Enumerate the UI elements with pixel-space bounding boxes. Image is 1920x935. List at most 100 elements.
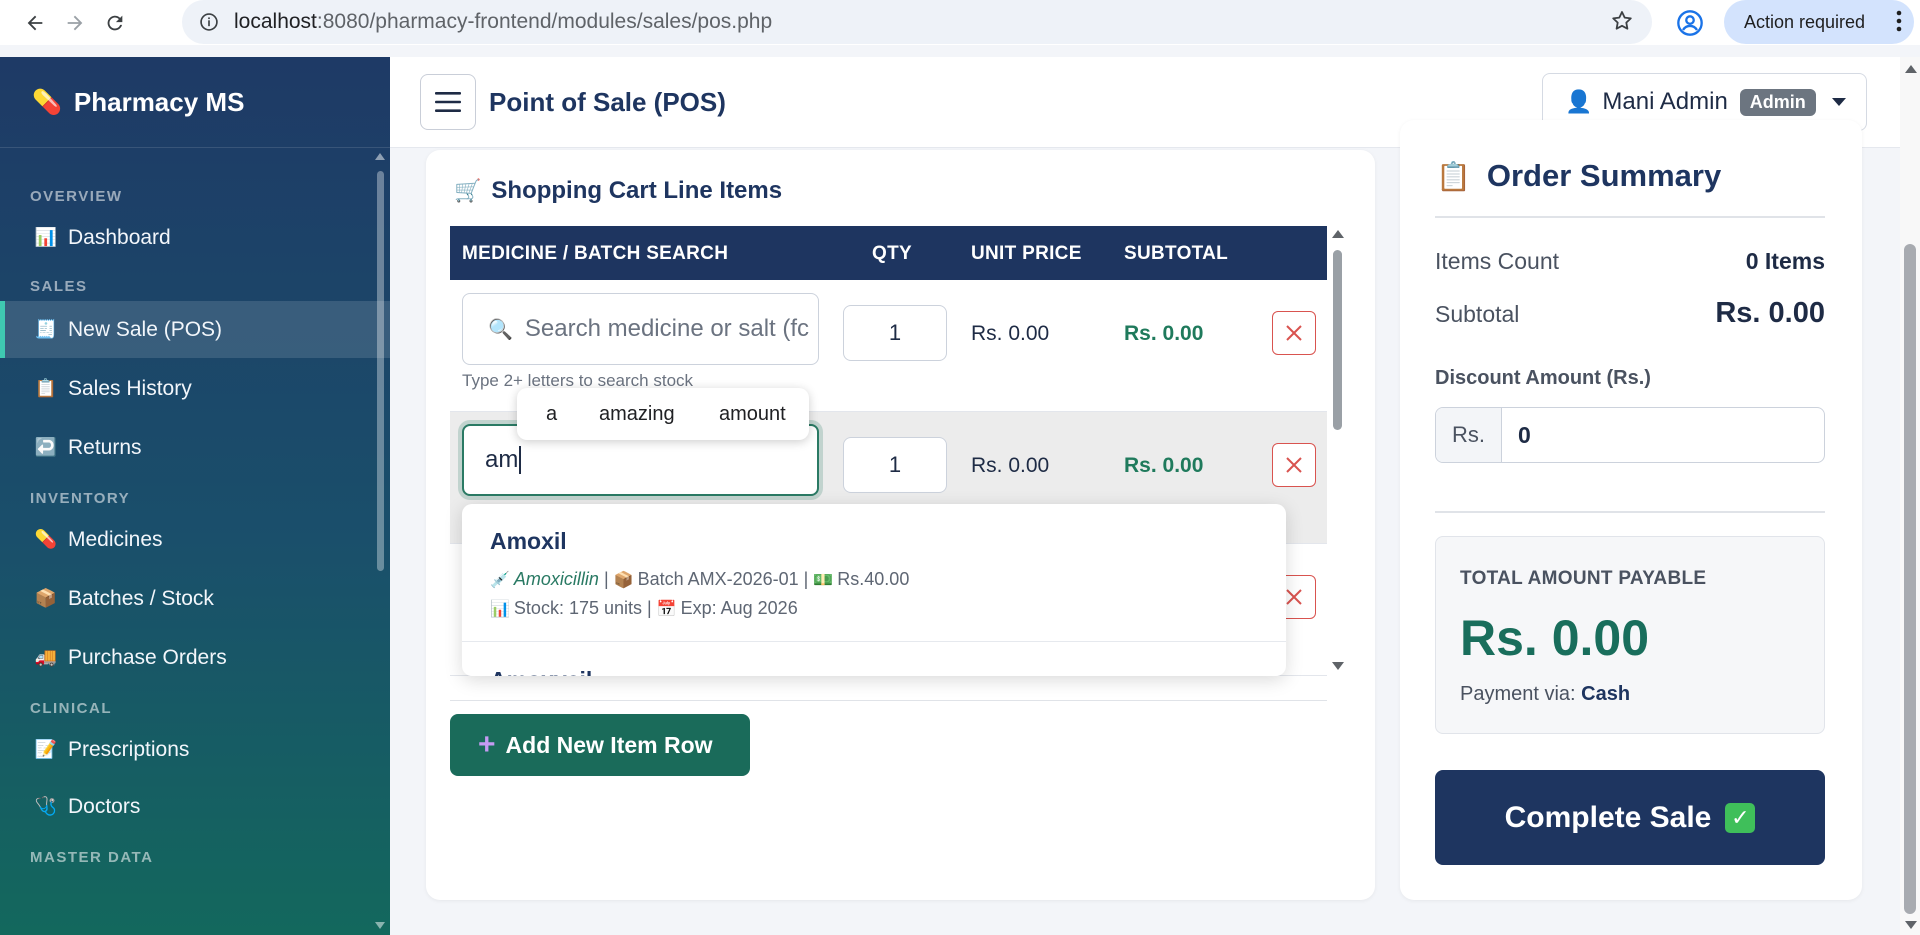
scroll-up-icon[interactable] [1905, 65, 1917, 73]
discount-input[interactable]: Rs. 0 [1435, 407, 1825, 463]
row-subtotal: Rs. 0.00 [1124, 454, 1204, 477]
payment-prefix: Payment via: [1460, 683, 1576, 705]
discount-label: Discount Amount (Rs.) [1435, 367, 1651, 389]
divider [1435, 216, 1825, 218]
sidebar-item-label: Sales History [68, 376, 192, 400]
complete-sale-label: Complete Sale [1504, 800, 1712, 834]
medicine-search-input[interactable]: 🔍 Search medicine or salt (fc [462, 293, 819, 365]
subtotal-row: Subtotal Rs. 0.00 [1435, 297, 1825, 329]
word-suggestion[interactable]: a [546, 403, 557, 426]
sidebar-item-batches[interactable]: 📦 Batches / Stock [0, 570, 390, 627]
unit-price: Rs. 0.00 [971, 322, 1050, 345]
close-icon [1286, 457, 1302, 473]
money-icon: 💵 [813, 572, 834, 589]
subtotal-label: Subtotal [1435, 301, 1520, 327]
order-summary-title: 📋 Order Summary [1436, 158, 1721, 194]
currency-prefix: Rs. [1436, 408, 1502, 462]
cart-scrollbar[interactable] [1331, 230, 1345, 670]
row-subtotal: Rs. 0.00 [1124, 322, 1204, 345]
brand[interactable]: 💊 Pharmacy MS [0, 57, 390, 148]
remove-row-button[interactable] [1272, 443, 1316, 487]
search-icon: 🔍 [488, 318, 513, 341]
plus-icon: + [478, 728, 496, 761]
result-name: Amoxycil [490, 667, 592, 676]
search-result-item[interactable]: Amoxycil [462, 643, 1286, 676]
remove-row-button[interactable] [1272, 311, 1316, 355]
sidebar-scrollbar[interactable] [374, 149, 386, 935]
syringe-icon: 💉 [490, 572, 510, 589]
profile-icon[interactable] [1676, 9, 1704, 42]
complete-sale-button[interactable]: Complete Sale ✓ [1435, 770, 1825, 865]
back-button[interactable] [15, 3, 55, 43]
qty-input[interactable]: 1 [843, 305, 947, 361]
package-icon: 📦 [34, 588, 58, 608]
search-value: am [485, 446, 519, 473]
word-suggestion-bar: a amazing amount [517, 388, 809, 440]
word-suggestion[interactable]: amount [719, 403, 786, 426]
sidebar-item-medicines[interactable]: 💊 Medicines [0, 511, 390, 568]
close-icon [1286, 325, 1302, 341]
scroll-down-icon[interactable] [375, 922, 385, 929]
stethoscope-icon: 🩺 [34, 796, 58, 816]
calendar-icon: 📅 [656, 601, 677, 618]
sidebar-item-label: Prescriptions [68, 737, 190, 761]
close-icon [1286, 589, 1302, 605]
search-result-item[interactable]: Amoxil 💉 Amoxicillin | 📦 Batch AMX-2026-01… [462, 504, 1286, 642]
more-vert-icon[interactable] [1896, 10, 1902, 37]
divider [1435, 511, 1825, 513]
scroll-down-icon[interactable] [1905, 921, 1917, 929]
menu-toggle-button[interactable] [420, 74, 476, 130]
discount-value[interactable]: 0 [1502, 408, 1824, 462]
arrow-left-icon [27, 15, 43, 30]
col-unit-price: UNIT PRICE [971, 243, 1082, 264]
user-avatar-icon: 👤 [1565, 89, 1593, 114]
chevron-down-icon [1832, 98, 1846, 106]
site-info-icon[interactable] [198, 11, 220, 33]
sidebar-item-purchase-orders[interactable]: 🚚 Purchase Orders [0, 629, 390, 686]
sidebar-item-prescriptions[interactable]: 📝 Prescriptions [0, 721, 390, 778]
section-clinical: CLINICAL [30, 700, 112, 717]
sidebar-item-dashboard[interactable]: 📊 Dashboard [0, 209, 390, 266]
user-name: Mani Admin [1602, 88, 1728, 115]
reload-icon [107, 15, 123, 30]
sidebar-item-doctors[interactable]: 🩺 Doctors [0, 778, 390, 835]
col-subtotal: SUBTOTAL [1124, 243, 1229, 264]
scrollbar-thumb[interactable] [1333, 250, 1342, 430]
result-price: Rs.40.00 [837, 569, 910, 589]
col-qty: QTY [872, 243, 912, 264]
forward-button[interactable] [55, 3, 95, 43]
qty-input[interactable]: 1 [843, 437, 947, 493]
sidebar-item-label: Purchase Orders [68, 645, 227, 669]
action-required-button[interactable]: Action required [1724, 0, 1914, 44]
scrollbar-thumb[interactable] [377, 171, 384, 571]
divider [450, 700, 1327, 701]
scrollbar-thumb[interactable] [1904, 244, 1916, 914]
address-bar[interactable]: localhost:8080/pharmacy-frontend/modules… [182, 0, 1652, 44]
cart-icon: 🛒 [454, 178, 482, 203]
items-count-row: Items Count 0 Items [1435, 248, 1825, 275]
scroll-down-icon[interactable] [1332, 662, 1344, 670]
search-results-dropdown: Amoxil 💉 Amoxicillin | 📦 Batch AMX-2026-01… [462, 504, 1286, 676]
col-medicine: MEDICINE / BATCH SEARCH [462, 243, 729, 264]
brand-name: Pharmacy MS [73, 86, 245, 117]
page-scrollbar[interactable] [1900, 57, 1920, 935]
text-caret [519, 446, 522, 474]
sidebar-item-new-sale[interactable]: 🧾 New Sale (POS) [0, 301, 390, 358]
package-icon: 📦 [613, 572, 634, 589]
add-item-row-button[interactable]: + Add New Item Row [450, 714, 750, 776]
clipboard-icon: 📋 [1436, 160, 1471, 192]
payment-method: Payment via: Cash [1460, 683, 1630, 706]
sidebar-item-label: New Sale (POS) [68, 317, 223, 341]
sidebar-item-sales-history[interactable]: 📋 Sales History [0, 360, 390, 417]
scroll-up-icon[interactable] [1332, 230, 1344, 238]
reload-button[interactable] [95, 3, 135, 43]
scroll-up-icon[interactable] [375, 153, 385, 160]
sidebar-item-returns[interactable]: ↩️ Returns [0, 419, 390, 476]
add-row-label: Add New Item Row [505, 731, 713, 758]
hamburger-icon [435, 92, 461, 112]
word-suggestion[interactable]: amazing [599, 403, 675, 426]
bookmark-star-icon[interactable] [1610, 9, 1634, 38]
cart-title-text: Shopping Cart Line Items [491, 177, 783, 204]
role-badge: Admin [1739, 88, 1816, 116]
total-amount: Rs. 0.00 [1460, 610, 1650, 666]
